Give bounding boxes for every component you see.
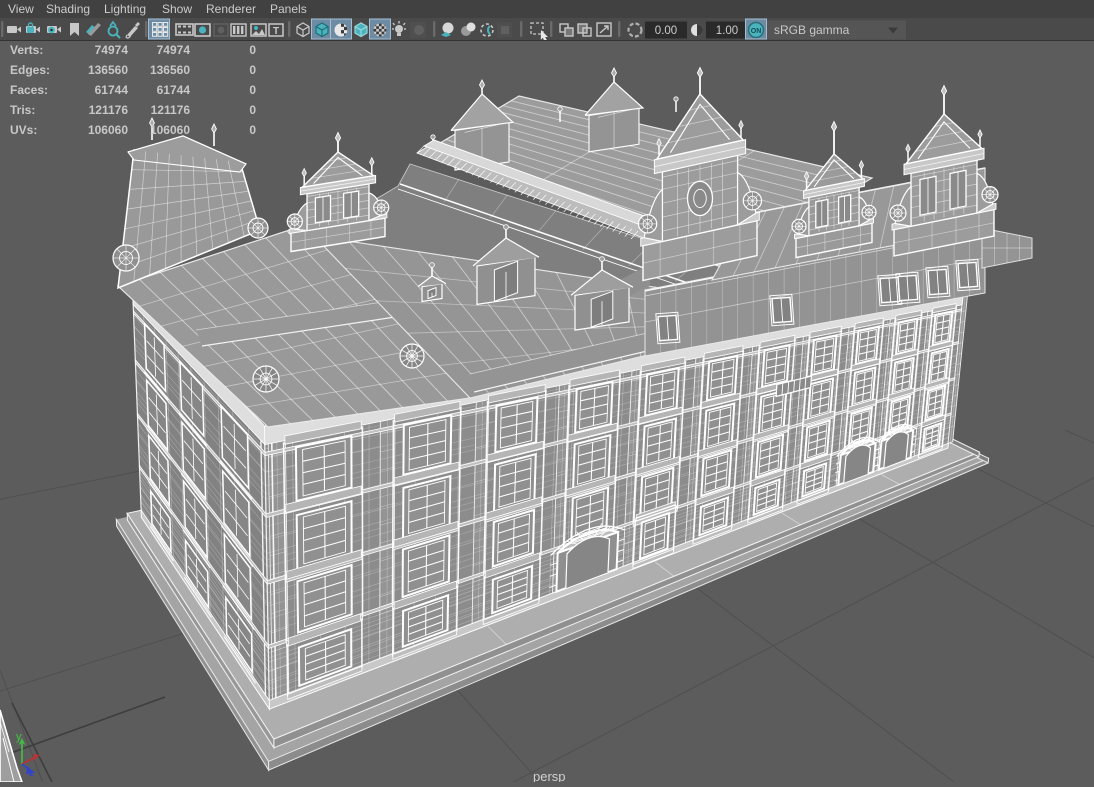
svg-text:1.00: 1.00: [716, 25, 738, 37]
svg-text:ON: ON: [751, 28, 762, 35]
svg-text:persp: persp: [533, 769, 566, 782]
svg-text:sRGB gamma: sRGB gamma: [774, 23, 850, 37]
svg-text:z: z: [29, 768, 34, 779]
svg-text:0.00: 0.00: [655, 25, 677, 37]
svg-text:T: T: [273, 26, 279, 37]
svg-text:y: y: [16, 731, 22, 743]
